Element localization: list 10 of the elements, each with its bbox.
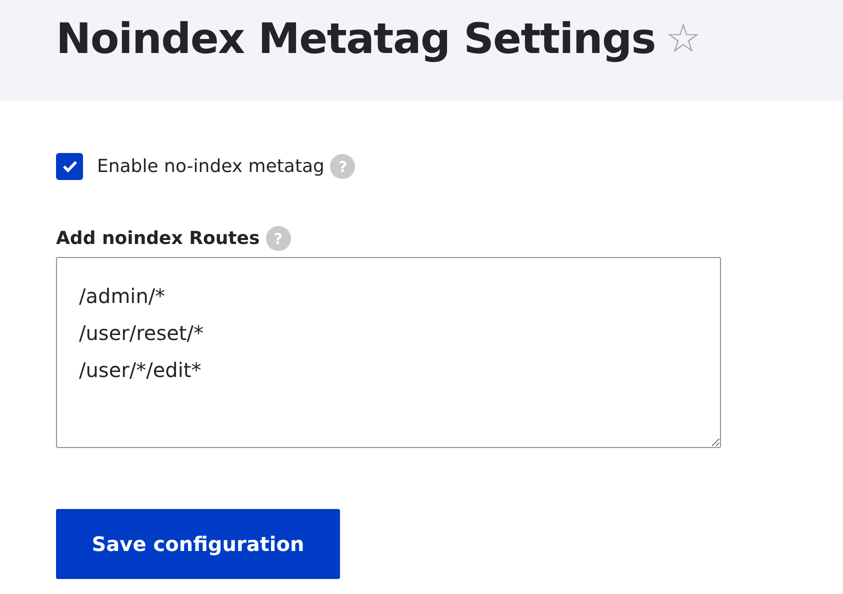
favorite-star-icon[interactable]: ☆ <box>665 8 702 70</box>
checkbox-label: Enable no-index metatag <box>97 156 324 177</box>
help-icon[interactable]: ? <box>266 226 291 251</box>
field-label: Add noindex Routes <box>56 228 260 249</box>
checkbox[interactable] <box>56 153 83 180</box>
page-title: Noindex Metatag Settings <box>56 13 656 65</box>
checkmark-icon <box>62 160 78 173</box>
help-icon[interactable]: ? <box>330 154 356 179</box>
save-button[interactable]: Save configuration <box>56 509 340 579</box>
routes-textarea[interactable]: /admin/* /user/reset/* /user/*/edit* <box>56 257 721 448</box>
